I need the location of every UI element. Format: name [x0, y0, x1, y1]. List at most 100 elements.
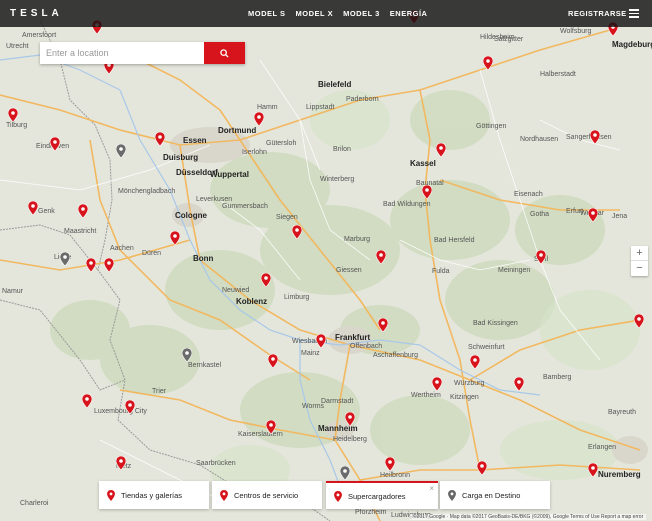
city-label: Bernkastel [188, 362, 222, 369]
filter-label: Tiendas y galerías [121, 490, 183, 500]
city-label: Wuppertal [210, 170, 249, 179]
supercharger-pin-icon[interactable] [514, 377, 524, 391]
destination-charging-pin-icon[interactable] [340, 466, 350, 480]
tesla-logo[interactable]: TESLA [10, 8, 63, 19]
city-label: Wertheim [411, 392, 441, 399]
filter-stores-galleries[interactable]: Tiendas y galerías [99, 481, 209, 509]
city-label: Maastricht [64, 228, 97, 235]
map-canvas[interactable]: AmersfoortUtrechtTilburgEindhovenGenkMaa… [0, 0, 652, 521]
city-label: Kaiserslautern [238, 431, 283, 438]
supercharger-pin-icon[interactable] [477, 461, 487, 475]
supercharger-pin-icon[interactable] [261, 273, 271, 287]
supercharger-pin-icon[interactable] [266, 420, 276, 434]
supercharger-pin-icon[interactable] [588, 208, 598, 222]
supercharger-pin-icon[interactable] [86, 258, 96, 272]
supercharger-pin-icon[interactable] [376, 250, 386, 264]
city-label: Siegen [276, 214, 298, 221]
city-label: Luxembourg City [94, 408, 147, 415]
supercharger-pin-icon[interactable] [268, 354, 278, 368]
gray-pin-icon [448, 489, 456, 501]
supercharger-pin-icon[interactable] [483, 56, 493, 70]
city-label: Namur [2, 288, 24, 295]
supercharger-pin-icon[interactable] [378, 318, 388, 332]
city-label: Mainz [301, 350, 320, 357]
nav-model-3[interactable]: MODEL 3 [343, 9, 380, 18]
destination-charging-pin-icon[interactable] [182, 348, 192, 362]
zoom-in-button[interactable]: + [631, 246, 648, 261]
nav-energy[interactable]: ENERGÍA [390, 9, 428, 18]
filter-label: Supercargadores [348, 491, 406, 501]
supercharger-pin-icon[interactable] [316, 334, 326, 348]
city-label: Paderborn [346, 96, 379, 103]
supercharger-pin-icon[interactable] [170, 231, 180, 245]
city-label: Limburg [284, 294, 310, 301]
city-label: Amersfoort [22, 32, 57, 39]
city-label: Salzgitter [494, 36, 524, 43]
city-label: Nordhausen [520, 136, 559, 143]
supercharger-pin-icon[interactable] [28, 201, 38, 215]
city-label: Heilbronn [380, 472, 410, 479]
city-label: Leverkusen [196, 196, 233, 203]
supercharger-pin-icon[interactable] [116, 456, 126, 470]
supercharger-pin-icon[interactable] [8, 108, 18, 122]
city-label: Bad Kissingen [473, 320, 518, 327]
city-label: Würzburg [454, 380, 485, 387]
supercharger-pin-icon[interactable] [422, 185, 432, 199]
nav-model-s[interactable]: MODEL S [248, 9, 286, 18]
supercharger-pin-icon[interactable] [50, 137, 60, 151]
city-label: Aschaffenburg [373, 352, 419, 359]
supercharger-pin-icon[interactable] [254, 112, 264, 126]
supercharger-pin-icon[interactable] [385, 457, 395, 471]
search-button[interactable] [204, 42, 245, 64]
city-label: Bielefeld [318, 80, 352, 89]
supercharger-pin-icon[interactable] [82, 394, 92, 408]
filter-destination-charging[interactable]: Carga en Destino [440, 481, 550, 509]
supercharger-pin-icon[interactable] [155, 132, 165, 146]
main-nav: MODEL S MODEL X MODEL 3 ENERGÍA [248, 9, 427, 18]
red-pin-icon [107, 489, 115, 501]
location-search-input[interactable] [40, 42, 204, 64]
supercharger-pin-icon[interactable] [436, 143, 446, 157]
supercharger-pin-icon[interactable] [125, 400, 135, 414]
city-label: Lippstadt [306, 104, 335, 111]
zoom-out-button[interactable]: − [631, 261, 648, 276]
city-label: Gummersbach [222, 203, 268, 210]
register-link[interactable]: REGISTRARSE [568, 9, 627, 18]
city-label: Dortmund [218, 126, 257, 135]
supercharger-pin-icon[interactable] [292, 225, 302, 239]
city-label: Duisburg [163, 153, 199, 162]
supercharger-pin-icon[interactable] [590, 130, 600, 144]
nav-model-x[interactable]: MODEL X [296, 9, 334, 18]
supercharger-pin-icon[interactable] [536, 250, 546, 264]
destination-charging-pin-icon[interactable] [60, 252, 70, 266]
supercharger-pin-icon[interactable] [588, 463, 598, 477]
top-navigation-bar: TESLA MODEL S MODEL X MODEL 3 ENERGÍA RE… [0, 0, 652, 27]
city-label: Schweinfurt [468, 344, 505, 351]
city-label: Aachen [110, 245, 134, 252]
supercharger-pin-icon[interactable] [470, 355, 480, 369]
city-label: Hamm [257, 104, 278, 111]
hamburger-menu-icon[interactable] [629, 9, 639, 18]
destination-charging-pin-icon[interactable] [116, 144, 126, 158]
city-label: Gütersloh [266, 140, 297, 147]
supercharger-pin-icon[interactable] [104, 258, 114, 272]
city-label: Charleroi [20, 500, 49, 507]
city-label: Saarbrücken [196, 460, 236, 467]
city-label: Cologne [175, 211, 207, 220]
location-search [40, 42, 245, 64]
filter-superchargers[interactable]: Supercargadores × [326, 481, 438, 509]
close-icon[interactable]: × [429, 484, 434, 493]
supercharger-pin-icon[interactable] [78, 204, 88, 218]
supercharger-pin-icon[interactable] [634, 314, 644, 328]
city-label: Neuwied [222, 287, 250, 294]
city-label: Essen [183, 136, 207, 145]
city-label: Magdeburg [612, 40, 652, 49]
city-label: Meiningen [498, 267, 531, 274]
supercharger-pin-icon[interactable] [345, 412, 355, 426]
filter-service-centers[interactable]: Centros de servicio [212, 481, 322, 509]
supercharger-pin-icon[interactable] [432, 377, 442, 391]
city-label: Marburg [344, 236, 371, 243]
city-label: Erlangen [588, 444, 617, 451]
zoom-controls: + − [631, 246, 648, 276]
city-label: Darmstadt [321, 398, 354, 405]
